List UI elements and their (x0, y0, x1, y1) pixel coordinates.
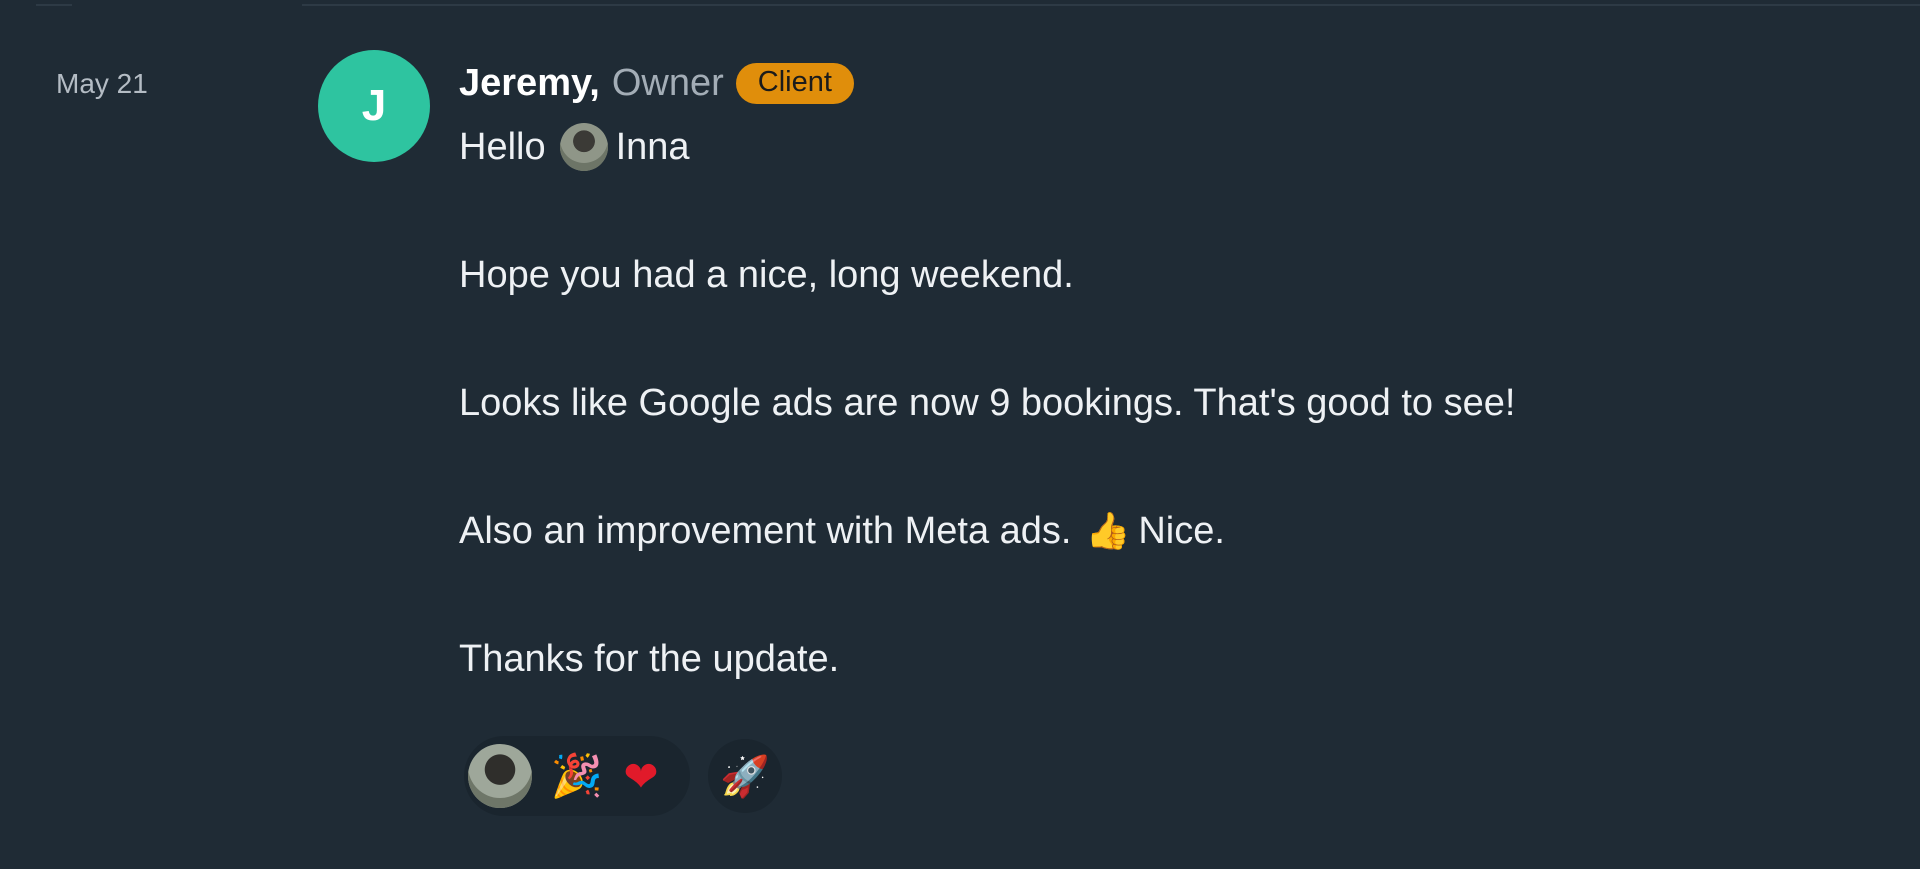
author-avatar[interactable]: J (318, 50, 430, 162)
message-line: Hope you had a nice, long weekend. (459, 254, 1074, 296)
top-divider-left (36, 4, 72, 6)
heart-icon[interactable]: ❤ (612, 747, 670, 805)
message-line: Looks like Google ads are now 9 bookings… (459, 382, 1516, 424)
author-role: Owner (611, 61, 724, 104)
message-line: Thanks for the update. (459, 638, 840, 680)
message-line: Also an improvement with Meta ads. 👍 Nic… (459, 506, 1515, 556)
message-text: Nice. (1138, 510, 1225, 552)
add-reaction-button[interactable]: 🚀 (708, 739, 782, 813)
thumbs-up-icon: 👍 (1085, 510, 1131, 551)
author-name[interactable]: Jeremy, (459, 62, 600, 105)
message-header: Jeremy, Owner Client (459, 58, 854, 108)
reaction-group[interactable]: 🎉 ❤ (464, 736, 690, 816)
avatar-initial: J (361, 81, 387, 130)
message-date: May 21 (56, 68, 148, 99)
message-text: Also an improvement with Meta ads. (459, 510, 1072, 552)
party-popper-icon[interactable]: 🎉 (548, 747, 606, 805)
reactions-bar: 🎉 ❤ 🚀 (464, 736, 782, 816)
top-divider (302, 4, 1920, 6)
client-badge: Client (735, 62, 854, 104)
reactor-avatar-icon (468, 744, 532, 808)
mention-avatar-icon (559, 123, 608, 171)
message-body: Hello Inna Hope you had a nice, long wee… (459, 122, 1515, 684)
greeting-text: Hello (459, 126, 546, 168)
mention-link[interactable]: Inna (616, 122, 690, 172)
greeting-line: Hello Inna (459, 122, 1515, 172)
rocket-icon: 🚀 (720, 754, 770, 799)
